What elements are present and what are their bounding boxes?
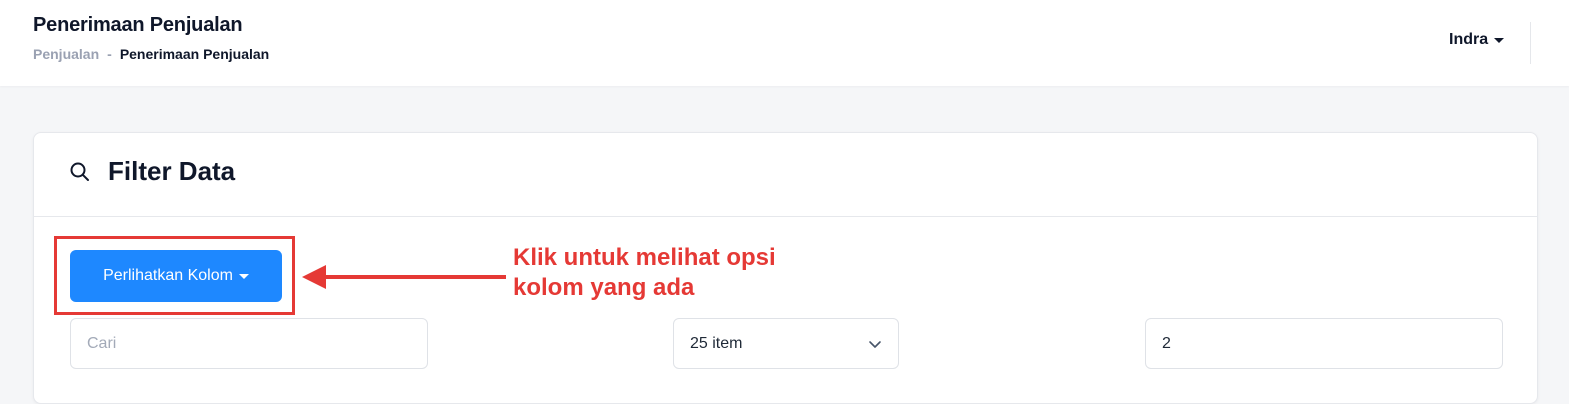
caret-down-icon bbox=[1494, 38, 1505, 43]
breadcrumb-separator: - bbox=[107, 46, 112, 62]
topbar-divider bbox=[1530, 22, 1531, 64]
annotation-text-line-1: Klik untuk melihat opsi bbox=[513, 244, 776, 271]
page-number-input[interactable] bbox=[1145, 318, 1503, 369]
annotation-text-line-2: kolom yang ada bbox=[513, 274, 695, 301]
search-input[interactable] bbox=[70, 318, 428, 369]
annotation-text: Klik untuk melihat opsi kolom yang ada bbox=[513, 243, 776, 303]
breadcrumb: Penjualan - Penerimaan Penjualan bbox=[33, 46, 269, 62]
show-columns-button-label: Perlihatkan Kolom bbox=[103, 267, 233, 284]
page-size-select-value: 25 item bbox=[690, 334, 743, 352]
filter-card-header: Filter Data bbox=[34, 133, 1537, 217]
search-icon bbox=[70, 162, 89, 181]
user-name: Indra bbox=[1449, 31, 1489, 48]
caret-down-icon bbox=[238, 273, 249, 279]
chevron-down-icon bbox=[869, 340, 881, 348]
show-columns-button[interactable]: Perlihatkan Kolom bbox=[70, 250, 282, 302]
page-title: Penerimaan Penjualan bbox=[33, 14, 243, 36]
page-size-select[interactable]: 25 item bbox=[673, 318, 899, 369]
top-bar: Penerimaan Penjualan Penjualan - Penerim… bbox=[0, 0, 1569, 86]
breadcrumb-current: Penerimaan Penjualan bbox=[119, 46, 270, 62]
breadcrumb-item-penjualan[interactable]: Penjualan bbox=[33, 46, 99, 62]
annotation-arrow-icon bbox=[302, 265, 506, 289]
filter-card-title: Filter Data bbox=[108, 156, 236, 186]
user-menu-toggle[interactable]: Indra bbox=[1449, 31, 1505, 49]
